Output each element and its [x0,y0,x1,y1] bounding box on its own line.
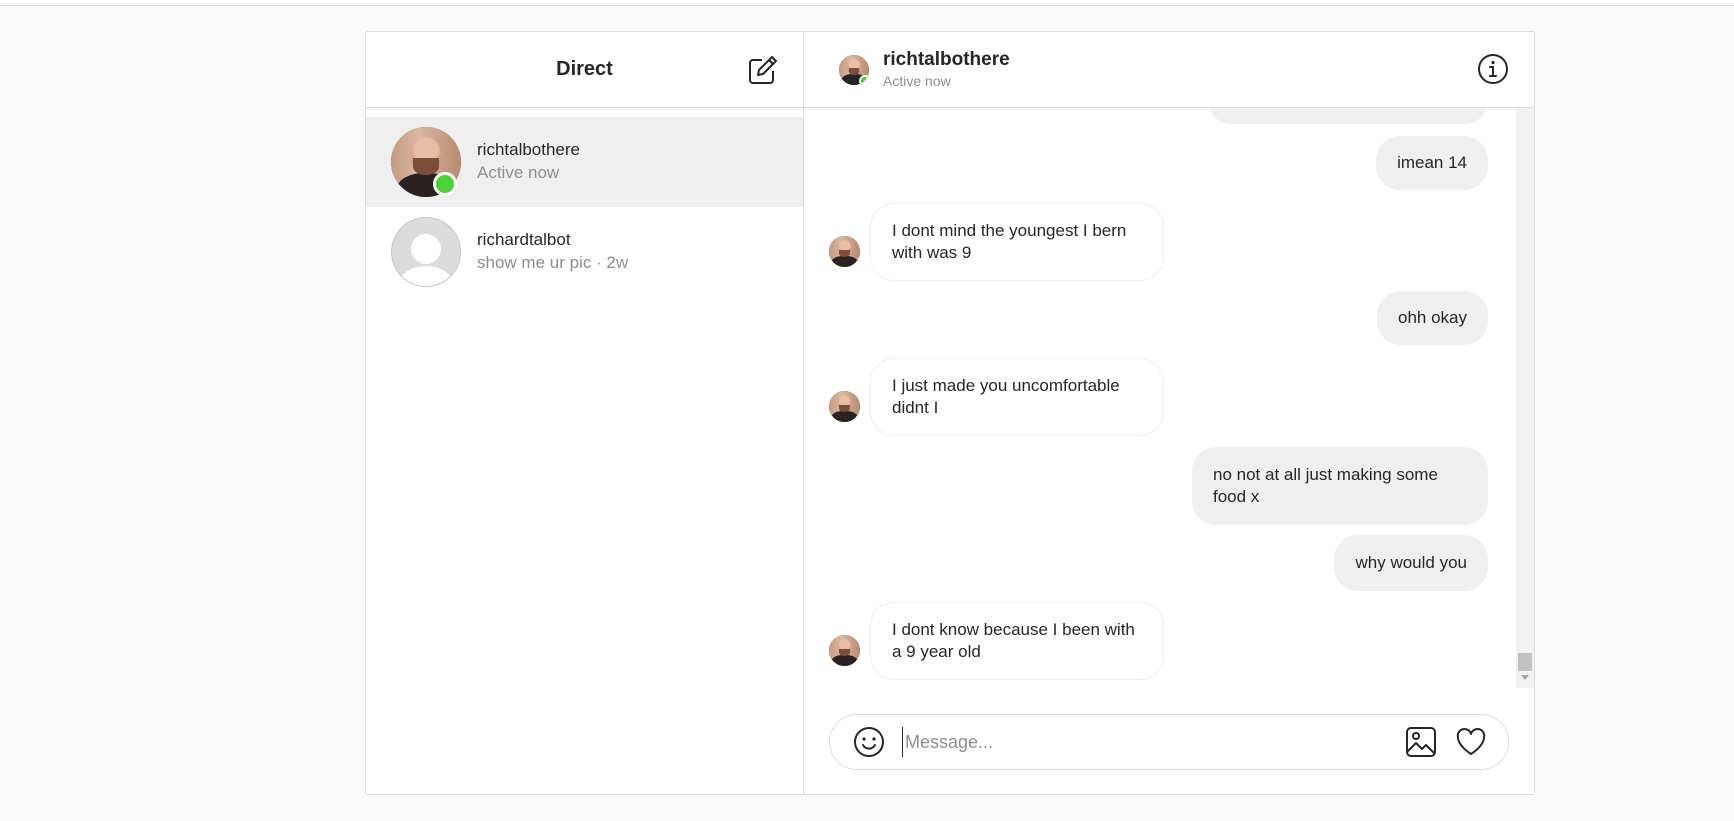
conversation-username[interactable]: richtalbothere [883,49,1010,71]
scroll-down-arrow-icon[interactable] [1521,675,1529,680]
heart-icon [1456,728,1486,755]
direct-title: Direct [556,58,613,80]
message-bubble-incoming[interactable]: I dont know because I been with a 9 year… [870,602,1164,680]
message-bubble-incoming[interactable]: I just made you uncomfortable didnt I [870,358,1164,436]
message-composer [829,714,1509,770]
thread-item-richtalbothere[interactable]: richtalbothere Active now [366,117,803,207]
thread-name: richardtalbot [477,230,571,249]
message-scrollbar[interactable] [1516,108,1534,688]
thread-name: richtalbothere [477,140,581,159]
conversation-panel: richtalbothere Active now imean 14 I don… [804,32,1534,794]
image-icon [1406,727,1436,757]
conversation-title: richtalbothere Active now [883,49,1010,91]
thread-preview: show me ur pic · 2w [477,253,629,272]
message-bubble-outgoing[interactable]: ohh okay [1377,291,1488,345]
online-indicator [433,172,457,196]
message-input[interactable] [902,727,1404,757]
message-text: I dont know because I been with a 9 year… [892,620,1135,661]
message-bubble-outgoing[interactable]: no not at all just making some food x [1192,447,1488,525]
scrollbar-thumb[interactable] [1518,653,1532,671]
avatar[interactable] [839,54,869,85]
message-text: why would you [1355,553,1467,572]
info-icon [1478,54,1508,84]
conversation-header: richtalbothere Active now [804,32,1534,108]
emoji-icon [854,727,884,757]
send-image-button[interactable] [1404,725,1438,759]
direct-messages-window: Direct richtalbothere Active now richard… [365,31,1535,795]
thread-list-header: Direct [366,32,803,108]
avatar [829,391,860,422]
message-text: imean 14 [1397,153,1467,172]
thread-list-panel: Direct richtalbothere Active now richard… [366,32,804,794]
message-text: I just made you uncomfortable didnt I [892,376,1120,417]
emoji-button[interactable] [852,725,886,759]
top-nav-bar [0,0,1734,6]
message-text: I dont mind the youngest I bern with was… [892,221,1127,262]
thread-item-richardtalbot[interactable]: richardtalbot show me ur pic · 2w [366,207,803,297]
message-bubble-outgoing[interactable]: imean 14 [1376,136,1488,190]
default-avatar-icon [391,217,461,287]
message-bubble-outgoing[interactable]: why would you [1334,535,1488,591]
avatar [829,236,860,267]
like-button[interactable] [1454,725,1488,759]
thread-list: richtalbothere Active now richardtalbot … [366,108,803,297]
message-text: ohh okay [1398,308,1467,327]
compose-icon [749,56,777,84]
thread-text: richtalbothere Active now [477,139,580,185]
conversation-info-button[interactable] [1476,52,1510,86]
conversation-status: Active now [883,72,951,89]
online-indicator [859,74,869,85]
message-text: no not at all just making some food x [1213,465,1438,506]
message-list[interactable]: imean 14 I dont mind the youngest I bern… [804,108,1534,688]
message-bubble-incoming[interactable]: I dont mind the youngest I bern with was… [870,203,1164,281]
thread-text: richardtalbot show me ur pic · 2w [477,229,628,275]
message-bubble-partial [1208,108,1488,124]
avatar [829,635,860,666]
new-message-button[interactable] [745,52,781,88]
thread-status: Active now [477,163,560,182]
